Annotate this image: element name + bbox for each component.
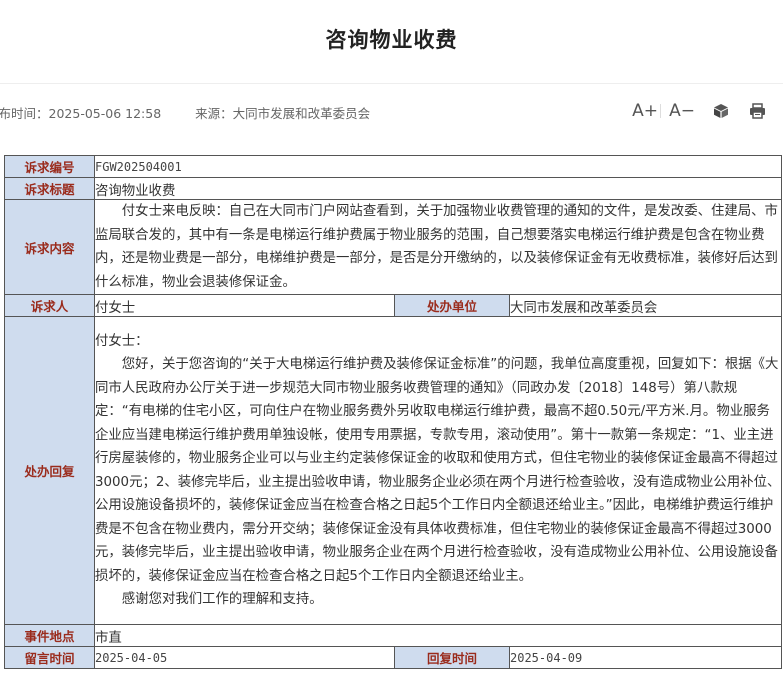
message-time-value: 2025-04-05 <box>94 646 395 669</box>
reply-body: 您好，关于您咨询的“关于大电梯运行维护费及装修保证金标准”的问题，我单位高度重视… <box>95 357 781 584</box>
reply-label: 处办回复 <box>4 316 95 625</box>
row-number: 诉求编号 FGW202504001 <box>4 155 782 178</box>
handler-value: 大同市发展和改革委员会 <box>509 294 782 317</box>
petition-detail-table: 诉求编号 FGW202504001 诉求标题 咨询物业收费 诉求内容 付女士来电… <box>4 155 782 669</box>
reply-time-label: 回复时间 <box>394 646 510 669</box>
reading-toolbar: A+ A− <box>630 99 771 123</box>
row-subject: 诉求标题 咨询物业收费 <box>4 177 782 200</box>
petitioner-label: 诉求人 <box>4 294 95 317</box>
cube-icon[interactable] <box>707 103 735 119</box>
font-increase-button[interactable]: A+ <box>630 101 660 121</box>
row-times: 留言时间 2025-04-05 回复时间 2025-04-09 <box>4 646 782 669</box>
reply-time-value: 2025-04-09 <box>509 646 782 669</box>
reply-greeting: 付女士： <box>95 333 149 349</box>
content-cell: 付女士来电反映：自己在大同市门户网站查看到，关于加强物业收费管理的通知的文件，是… <box>94 199 782 295</box>
handler-label: 处办单位 <box>394 294 510 317</box>
row-location: 事件地点 市直 <box>4 624 782 647</box>
reply-cell: 付女士： 您好，关于您咨询的“关于大电梯运行维护费及装修保证金标准”的问题，我单… <box>94 316 782 625</box>
source-name: 大同市发展和改革委员会 <box>232 106 371 121</box>
location-value: 市直 <box>94 624 782 647</box>
row-petitioner: 诉求人 付女士 处办单位 大同市发展和改革委员会 <box>4 294 782 317</box>
content-text: 付女士来电反映：自己在大同市门户网站查看到，关于加强物业收费管理的通知的文件，是… <box>95 204 778 290</box>
number-label: 诉求编号 <box>4 155 95 178</box>
font-decrease-button[interactable]: A− <box>665 101 699 121</box>
reply-thanks: 感谢您对我们工作的理解和支持。 <box>121 592 323 607</box>
page-title: 咨询物业收费 <box>325 28 458 52</box>
content-label: 诉求内容 <box>4 199 95 295</box>
toolbar-separator <box>660 104 661 118</box>
subject-value: 咨询物业收费 <box>94 177 782 200</box>
subject-label: 诉求标题 <box>4 177 95 200</box>
row-reply: 处办回复 付女士： 您好，关于您咨询的“关于大电梯运行维护费及装修保证金标准”的… <box>4 316 782 625</box>
row-content: 诉求内容 付女士来电反映：自己在大同市门户网站查看到，关于加强物业收费管理的通知… <box>4 199 782 295</box>
source-label: 来源： <box>195 106 233 121</box>
publish-time: 2025-05-06 12:58 <box>48 106 162 121</box>
print-icon[interactable] <box>743 103 771 119</box>
message-time-label: 留言时间 <box>4 646 95 669</box>
petitioner-value: 付女士 <box>94 294 395 317</box>
header-divider <box>0 83 783 84</box>
number-value: FGW202504001 <box>94 155 782 178</box>
publish-time-label: 发布时间： <box>0 106 49 121</box>
article-meta: 发布时间：2025-05-06 12:58 来源：大同市发展和改革委员会 <box>0 103 370 122</box>
location-label: 事件地点 <box>4 624 95 647</box>
